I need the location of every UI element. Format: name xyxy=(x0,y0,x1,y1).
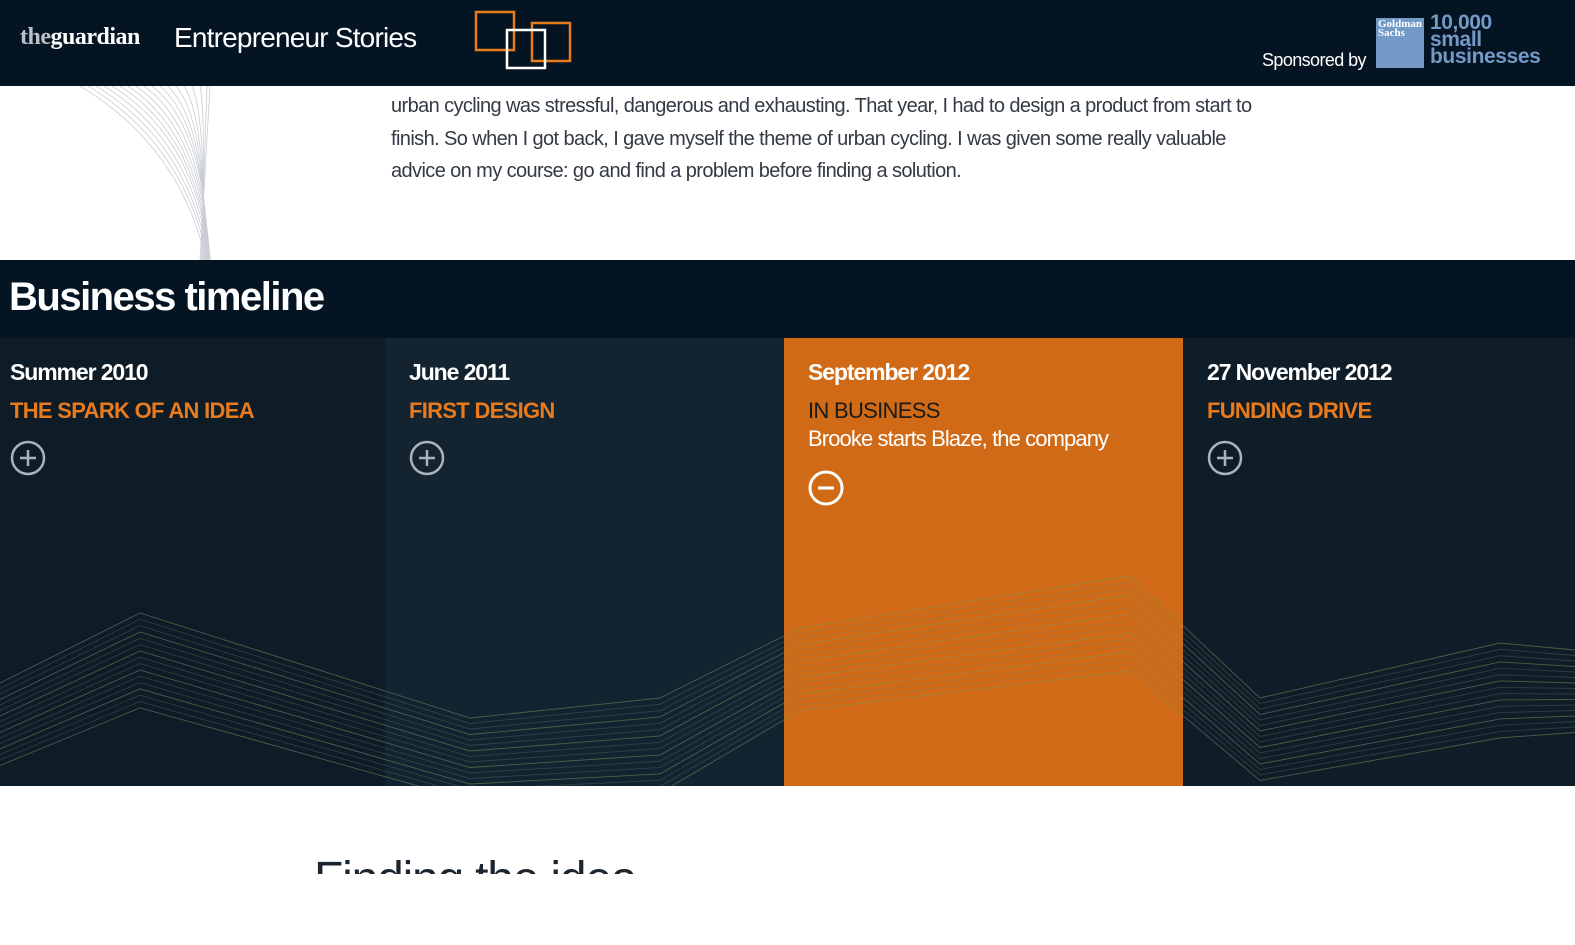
section-heading: Finding the idea xyxy=(314,856,636,874)
timeline-header: Business timeline xyxy=(0,260,1575,338)
plus-circle-icon[interactable] xyxy=(10,440,50,480)
timeline-date: June 2011 xyxy=(409,359,510,385)
logo-guardian: guardian xyxy=(50,24,141,50)
timeline-title-label: IN BUSINESS xyxy=(808,398,940,423)
guardian-logo[interactable]: theguardian xyxy=(20,24,140,51)
site-header: theguardian Entrepreneur Stories Sponsor… xyxy=(0,0,1575,86)
intro-paragraph: urban cycling was stressful, dangerous a… xyxy=(391,95,1252,182)
timeline-item-content: June 2011 FIRST DESIGN xyxy=(409,359,555,480)
timeline-date: 27 November 2012 xyxy=(1207,359,1393,385)
goldman-sachs-logo-text: Goldman Sachs xyxy=(1378,18,1423,39)
section-heading-clip: Finding the idea xyxy=(314,856,636,874)
intro-section: urban cycling was stressful, dangerous a… xyxy=(0,86,1575,260)
timeline-item-content: Summer 2010 THE SPARK OF AN IDEA xyxy=(10,359,255,480)
line-art-decoration xyxy=(79,86,211,260)
timeline-title: Business timeline xyxy=(9,275,325,319)
sponsored-by-label: Sponsored by xyxy=(1262,50,1366,70)
business-timeline: Summer 2010 THE SPARK OF AN IDEA June 20… xyxy=(0,338,1575,786)
sponsor-program-line: businesses xyxy=(1430,45,1541,68)
section-title[interactable]: Entrepreneur Stories xyxy=(174,22,417,54)
timeline-description: Brooke starts Blaze, the company xyxy=(808,426,1109,451)
timeline-title-label: FIRST DESIGN xyxy=(409,398,555,423)
timeline-date: September 2012 xyxy=(808,359,970,385)
plus-circle-icon[interactable] xyxy=(409,440,449,480)
timeline-title-label: FUNDING DRIVE xyxy=(1207,398,1372,423)
goldman-sachs-logo[interactable]: Goldman Sachs xyxy=(1376,18,1424,68)
timeline-item-content: September 2012 IN BUSINESS Brooke starts… xyxy=(808,359,1207,510)
timeline-title-label: THE SPARK OF AN IDEA xyxy=(10,398,255,423)
timeline-date: Summer 2010 xyxy=(10,359,149,385)
timeline-item-content: 27 November 2012 FUNDING DRIVE xyxy=(1207,359,1393,480)
logo-the: the xyxy=(20,24,51,50)
sponsor-program-logo[interactable]: 10,000 small businesses xyxy=(1430,12,1541,68)
minus-circle-icon[interactable] xyxy=(808,470,848,510)
squares-logo-icon xyxy=(474,10,574,72)
plus-circle-icon[interactable] xyxy=(1207,440,1247,480)
next-section: Finding the idea xyxy=(0,786,1575,945)
